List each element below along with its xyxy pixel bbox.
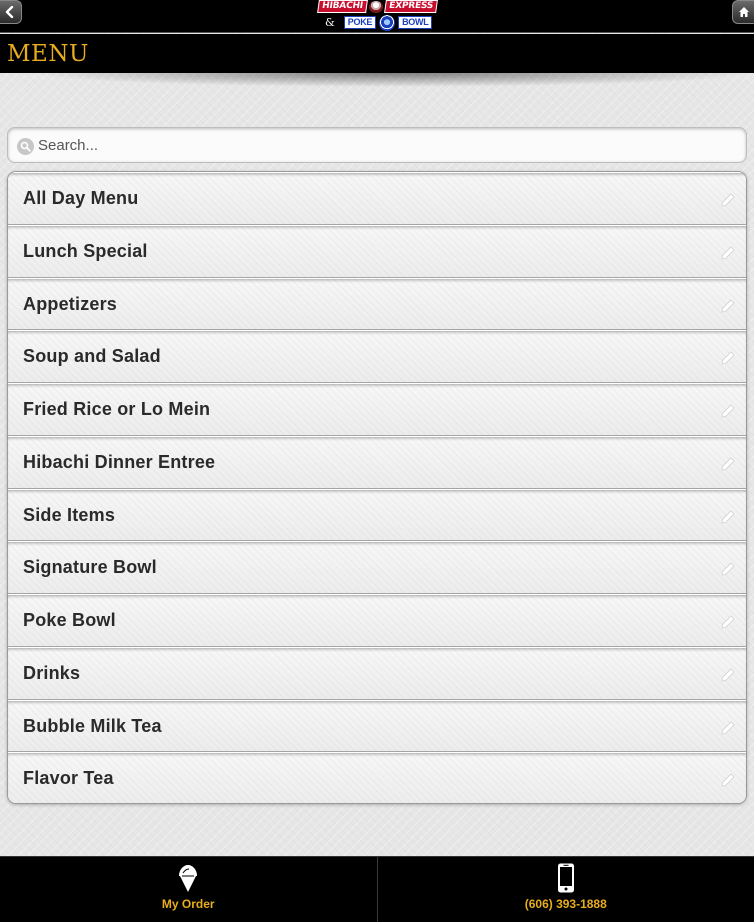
menu-category-label: Signature Bowl bbox=[23, 557, 157, 578]
menu-category-item[interactable]: Drinks bbox=[8, 646, 746, 700]
logo-word-poke: POKE bbox=[343, 16, 377, 29]
chevron-left-icon bbox=[5, 6, 14, 18]
restaurant-logo[interactable]: HIBACHI EXPRESS & POKE BOWL bbox=[317, 0, 438, 31]
top-header: HIBACHI EXPRESS & POKE BOWL bbox=[0, 0, 754, 33]
pencil-icon bbox=[721, 615, 735, 629]
search-bar bbox=[7, 127, 747, 163]
menu-category-label: Drinks bbox=[23, 662, 81, 683]
menu-category-item[interactable]: Bubble Milk Tea bbox=[8, 699, 746, 753]
header-shadow bbox=[30, 73, 754, 87]
page-title: MENU bbox=[7, 41, 89, 67]
menu-category-item[interactable]: All Day Menu bbox=[8, 172, 746, 225]
menu-category-list: All Day Menu Lunch Special Appetizers Soup … bbox=[7, 171, 747, 804]
menu-category-item[interactable]: Appetizers bbox=[8, 277, 746, 331]
home-button[interactable] bbox=[732, 0, 754, 24]
menu-category-label: Fried Rice or Lo Mein bbox=[23, 399, 211, 419]
menu-category-label: Soup and Salad bbox=[23, 346, 161, 367]
menu-category-label: Bubble Milk Tea bbox=[23, 715, 162, 736]
logo-bottom-row: & POKE BOWL bbox=[325, 14, 437, 31]
phone-number-label: (606) 393-1888 bbox=[524, 897, 607, 911]
pencil-icon bbox=[721, 351, 735, 365]
menu-category-item[interactable]: Flavor Tea bbox=[8, 752, 746, 803]
menu-category-label: Poke Bowl bbox=[23, 610, 116, 630]
menu-category-item[interactable]: Side Items bbox=[8, 488, 746, 542]
my-order-button[interactable]: My Order bbox=[0, 857, 377, 922]
menu-category-item[interactable]: Signature Bowl bbox=[8, 541, 746, 594]
menu-category-label: Side Items bbox=[23, 504, 116, 525]
menu-category-label: Appetizers bbox=[23, 293, 118, 314]
pencil-icon bbox=[721, 298, 735, 312]
bowl-icon bbox=[379, 14, 396, 31]
pencil-icon bbox=[721, 773, 735, 787]
pencil-icon bbox=[721, 404, 735, 418]
mobile-phone-icon bbox=[557, 863, 574, 893]
menu-category-item[interactable]: Poke Bowl bbox=[8, 594, 746, 647]
home-icon bbox=[739, 7, 749, 17]
pencil-icon bbox=[721, 668, 735, 682]
menu-category-label: Lunch Special bbox=[23, 240, 148, 261]
menu-category-label: Hibachi Dinner Entree bbox=[23, 451, 216, 472]
pencil-icon bbox=[721, 246, 735, 260]
pencil-icon bbox=[721, 562, 735, 576]
logo-top-row: HIBACHI EXPRESS bbox=[317, 0, 438, 13]
menu-category-label: Flavor Tea bbox=[23, 768, 114, 789]
ice-cream-cone-icon bbox=[179, 865, 198, 892]
pencil-icon bbox=[721, 509, 735, 523]
menu-category-item[interactable]: Lunch Special bbox=[8, 224, 746, 278]
bottom-toolbar: My Order (606) 393-1888 bbox=[0, 856, 754, 922]
search-icon bbox=[17, 138, 34, 155]
logo-word-express: EXPRESS bbox=[384, 0, 438, 13]
menu-category-item[interactable]: Hibachi Dinner Entree bbox=[8, 435, 746, 489]
menu-category-label: All Day Menu bbox=[23, 188, 139, 208]
menu-category-item[interactable]: Soup and Salad bbox=[8, 330, 746, 383]
menu-category-item[interactable]: Fried Rice or Lo Mein bbox=[8, 383, 746, 436]
title-band: MENU bbox=[0, 34, 754, 73]
pencil-icon bbox=[721, 457, 735, 471]
chef-icon bbox=[368, 0, 383, 13]
search-input[interactable] bbox=[38, 132, 738, 158]
logo-ampersand: & bbox=[325, 16, 335, 29]
my-order-label: My Order bbox=[161, 897, 215, 911]
logo-word-hibachi: HIBACHI bbox=[317, 0, 368, 13]
back-button[interactable] bbox=[0, 0, 22, 24]
call-phone-button[interactable]: (606) 393-1888 bbox=[376, 857, 754, 922]
logo-word-bowl: BOWL bbox=[398, 16, 433, 29]
pencil-icon bbox=[721, 193, 735, 207]
pencil-icon bbox=[721, 720, 735, 734]
